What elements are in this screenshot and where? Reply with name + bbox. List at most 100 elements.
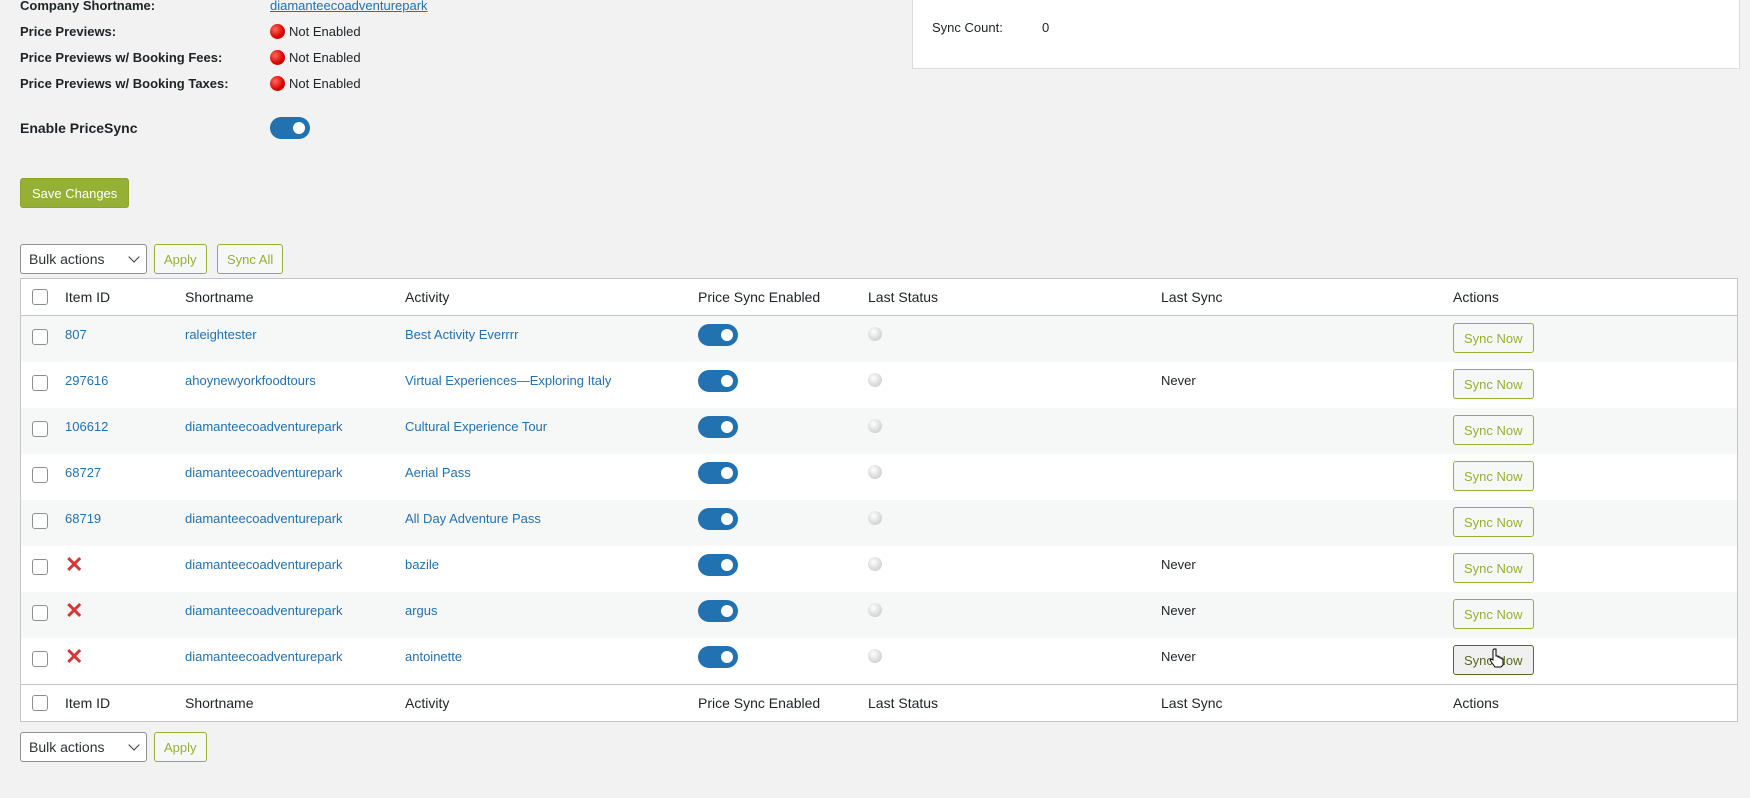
price-sync-toggle[interactable] [698, 324, 738, 346]
col-price-sync-enabled[interactable]: Price Sync Enabled [698, 279, 820, 315]
col-item-id[interactable]: Item ID [65, 279, 110, 315]
select-all-checkbox[interactable] [32, 289, 48, 305]
item-id-link[interactable]: 68727 [65, 465, 101, 480]
activity-link[interactable]: Aerial Pass [405, 465, 471, 480]
sync-now-button[interactable]: Sync Now [1453, 461, 1534, 491]
activity-link[interactable]: Cultural Experience Tour [405, 419, 547, 434]
activity-link[interactable]: bazile [405, 557, 439, 572]
enable-pricesync-toggle[interactable] [270, 117, 310, 139]
col-last-status-footer[interactable]: Last Status [868, 685, 938, 721]
last-sync-value: Never [1161, 557, 1196, 572]
company-shortname-link[interactable]: diamanteecoadventurepark [270, 0, 428, 13]
row-checkbox[interactable] [32, 329, 48, 345]
col-last-sync-footer[interactable]: Last Sync [1161, 685, 1222, 721]
bulk-actions-select[interactable]: Bulk actions [20, 244, 147, 274]
last-sync-value: Never [1161, 373, 1196, 388]
item-id-link[interactable]: 297616 [65, 373, 108, 388]
shortname-link[interactable]: diamanteecoadventurepark [185, 557, 343, 572]
sync-count-label: Sync Count: [932, 20, 1003, 35]
table-row: 68719 diamanteecoadventurepark All Day A… [21, 500, 1737, 546]
col-shortname[interactable]: Shortname [185, 279, 253, 315]
price-sync-toggle[interactable] [698, 554, 738, 576]
sync-info-panel: Sync Count: 0 [912, 0, 1740, 69]
table-row: 68727 diamanteecoadventurepark Aerial Pa… [21, 454, 1737, 500]
red-status-icon [270, 75, 285, 91]
price-sync-toggle[interactable] [698, 600, 738, 622]
col-activity-footer[interactable]: Activity [405, 685, 449, 721]
sync-now-button[interactable]: Sync Now [1453, 599, 1534, 629]
row-checkbox[interactable] [32, 605, 48, 621]
price-sync-toggle[interactable] [698, 462, 738, 484]
company-shortname-row: Company Shortname: diamanteecoadventurep… [20, 0, 428, 15]
sync-now-button[interactable]: Sync Now [1453, 323, 1534, 353]
sync-now-button[interactable]: Sync Now [1453, 415, 1534, 445]
col-last-status[interactable]: Last Status [868, 279, 938, 315]
item-id-link[interactable]: 807 [65, 327, 87, 342]
price-sync-toggle[interactable] [698, 508, 738, 530]
price-sync-toggle[interactable] [698, 646, 738, 668]
col-item-id-footer[interactable]: Item ID [65, 685, 110, 721]
table-header: Item ID Shortname Activity Price Sync En… [21, 279, 1737, 316]
col-activity[interactable]: Activity [405, 279, 449, 315]
save-changes-button[interactable]: Save Changes [20, 178, 130, 208]
col-actions-footer: Actions [1453, 695, 1499, 711]
table-row: ✕ diamanteecoadventurepark antoinette Ne… [21, 638, 1737, 684]
status-text: Not Enabled [289, 23, 361, 39]
last-sync-value: Never [1161, 649, 1196, 664]
shortname-link[interactable]: diamanteecoadventurepark [185, 465, 343, 480]
item-id-link[interactable]: 68719 [65, 511, 101, 526]
shortname-link[interactable]: diamanteecoadventurepark [185, 603, 343, 618]
sync-count-value: 0 [1042, 20, 1050, 35]
bulk-actions-value: Bulk actions [29, 251, 105, 267]
activity-link[interactable]: Virtual Experiences—Exploring Italy [405, 373, 611, 388]
activity-link[interactable]: argus [405, 603, 438, 618]
bulk-actions-select-bottom[interactable]: Bulk actions [20, 732, 147, 762]
row-checkbox[interactable] [32, 467, 48, 483]
info-label: Price Previews w/ Booking Taxes: [20, 75, 229, 91]
row-checkbox[interactable] [32, 421, 48, 437]
col-shortname-footer[interactable]: Shortname [185, 685, 253, 721]
row-checkbox[interactable] [32, 559, 48, 575]
apply-button[interactable]: Apply [154, 244, 207, 274]
sync-now-button[interactable]: Sync Now [1453, 507, 1534, 537]
invalid-x-icon: ✕ [65, 598, 84, 623]
row-checkbox[interactable] [32, 375, 48, 391]
shortname-link[interactable]: diamanteecoadventurepark [185, 419, 343, 434]
red-status-icon [270, 49, 285, 65]
col-price-sync-enabled-footer[interactable]: Price Sync Enabled [698, 685, 820, 721]
bulk-actions-value: Bulk actions [29, 739, 105, 755]
last-status-icon [868, 511, 882, 525]
shortname-link[interactable]: diamanteecoadventurepark [185, 649, 343, 664]
price-previews-taxes-row: Price Previews w/ Booking Taxes: Not Ena… [20, 73, 361, 93]
select-all-checkbox-footer[interactable] [32, 695, 48, 711]
last-status-icon [868, 649, 882, 663]
item-id-link[interactable]: 106612 [65, 419, 108, 434]
red-status-icon [270, 23, 285, 39]
price-previews-fees-row: Price Previews w/ Booking Fees: Not Enab… [20, 47, 361, 67]
last-status-icon [868, 465, 882, 479]
sync-all-button[interactable]: Sync All [217, 244, 284, 274]
hand-cursor-icon [1489, 648, 1504, 668]
last-status-icon [868, 373, 882, 387]
price-previews-row: Price Previews: Not Enabled [20, 21, 361, 41]
sync-now-button[interactable]: Sync Now [1453, 369, 1534, 399]
status-text: Not Enabled [289, 49, 361, 65]
sync-now-button[interactable]: Sync Now [1453, 553, 1534, 583]
shortname-link[interactable]: raleightester [185, 327, 257, 342]
row-checkbox[interactable] [32, 651, 48, 667]
row-checkbox[interactable] [32, 513, 48, 529]
apply-button-bottom[interactable]: Apply [154, 732, 207, 762]
col-actions: Actions [1453, 289, 1499, 305]
price-sync-toggle[interactable] [698, 416, 738, 438]
activity-link[interactable]: antoinette [405, 649, 462, 664]
last-status-icon [868, 327, 882, 341]
shortname-link[interactable]: diamanteecoadventurepark [185, 511, 343, 526]
enable-pricesync-row: Enable PriceSync [20, 117, 310, 139]
invalid-x-icon: ✕ [65, 552, 84, 577]
price-sync-toggle[interactable] [698, 370, 738, 392]
shortname-link[interactable]: ahoynewyorkfoodtours [185, 373, 316, 388]
col-last-sync[interactable]: Last Sync [1161, 279, 1222, 315]
invalid-x-icon: ✕ [65, 644, 84, 669]
activity-link[interactable]: Best Activity Everrrr [405, 327, 518, 342]
activity-link[interactable]: All Day Adventure Pass [405, 511, 541, 526]
